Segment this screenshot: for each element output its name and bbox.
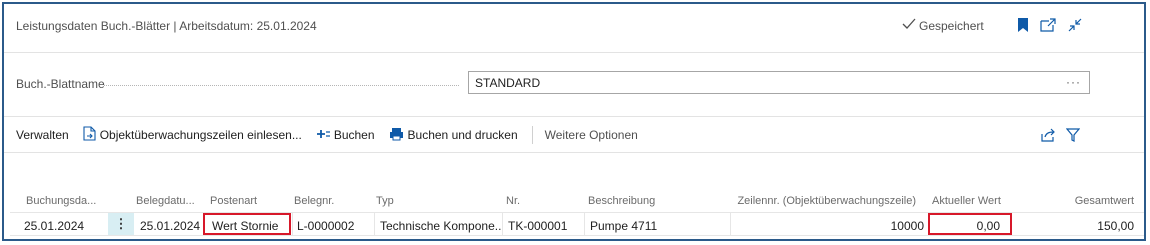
total-value-cell[interactable]: 150,00 xyxy=(1097,219,1134,233)
line-no-cell[interactable]: 10000 xyxy=(891,219,924,233)
saved-status: Gespeichert xyxy=(902,18,984,33)
divider xyxy=(4,152,1144,153)
column-header[interactable]: Aktueller Wert xyxy=(932,195,1001,207)
post-print-button[interactable]: Buchen und drucken xyxy=(389,127,518,144)
toolbar-separator xyxy=(531,126,533,144)
lookup-button[interactable]: ··· xyxy=(1066,75,1081,89)
column-header[interactable]: Beschreibung xyxy=(588,195,655,207)
cell-divider xyxy=(502,213,503,235)
printer-icon xyxy=(389,127,404,144)
more-options-label: Weitere Optionen xyxy=(544,128,638,142)
no-cell[interactable]: TK-000001 xyxy=(508,219,567,233)
type-cell[interactable]: Technische Kompone... xyxy=(380,219,502,233)
post-label: Buchen xyxy=(333,128,375,142)
collapse-icon[interactable] xyxy=(1066,16,1084,34)
open-new-window-icon[interactable] xyxy=(1039,16,1057,34)
highlight-box xyxy=(928,213,1012,235)
page-title: Leistungsdaten Buch.-Blätter | Arbeitsda… xyxy=(16,19,317,33)
fetch-lines-button[interactable]: Objektüberwachungszeilen einlesen... xyxy=(83,126,302,144)
column-header[interactable]: Belegdatu... xyxy=(136,195,195,207)
checkmark-icon xyxy=(902,18,916,33)
page-header: Leistungsdaten Buch.-Blätter | Arbeitsda… xyxy=(4,4,1144,52)
highlight-box xyxy=(203,213,291,235)
batch-name-value: STANDARD xyxy=(475,76,541,90)
action-bar: Verwalten Objektüberwachungszeilen einle… xyxy=(4,120,1144,150)
divider xyxy=(4,52,1144,53)
cell-divider xyxy=(584,213,585,235)
document-import-icon xyxy=(83,126,96,144)
field-leader-dots xyxy=(104,85,459,86)
vertical-ellipsis-icon: ⋮ xyxy=(114,216,128,231)
fetch-lines-label: Objektüberwachungszeilen einlesen... xyxy=(99,128,302,142)
doc-no-cell[interactable]: L-0000002 xyxy=(297,219,354,233)
filter-icon[interactable] xyxy=(1064,126,1082,144)
cell-divider xyxy=(374,213,375,235)
journal-page: Leistungsdaten Buch.-Blätter | Arbeitsda… xyxy=(2,2,1146,241)
batch-name-input[interactable]: STANDARD ··· xyxy=(468,71,1090,94)
column-header[interactable]: Belegnr. xyxy=(294,195,334,207)
column-header[interactable]: Nr. xyxy=(506,195,520,207)
column-header[interactable]: Zeilennr. (Objektüberwachungszeile) xyxy=(737,195,916,207)
column-header[interactable]: Buchungsda... xyxy=(26,195,96,207)
table-row[interactable]: 25.01.2024 ⋮ 25.01.2024 Wert Stornie L-0… xyxy=(10,212,1144,236)
row-actions-button[interactable]: ⋮ xyxy=(108,213,134,235)
bookmark-icon[interactable] xyxy=(1014,16,1032,34)
cell-divider xyxy=(292,213,293,235)
column-header[interactable]: Postenart xyxy=(210,195,257,207)
description-cell[interactable]: Pumpe 4711 xyxy=(590,219,657,233)
column-header[interactable]: Typ xyxy=(376,195,394,207)
manage-menu[interactable]: Verwalten xyxy=(16,128,69,142)
more-options-button[interactable]: Weitere Optionen xyxy=(545,128,638,142)
manage-label: Verwalten xyxy=(16,128,69,142)
cell-divider xyxy=(730,213,731,235)
doc-date-cell[interactable]: 25.01.2024 xyxy=(140,219,200,233)
post-button[interactable]: Buchen xyxy=(316,128,375,143)
column-header[interactable]: Gesamtwert xyxy=(1075,195,1134,207)
posting-date-cell[interactable]: 25.01.2024 xyxy=(24,219,84,233)
post-icon xyxy=(316,128,330,143)
saved-status-label: Gespeichert xyxy=(919,18,984,33)
post-print-label: Buchen und drucken xyxy=(407,128,518,142)
batch-name-label: Buch.-Blattname xyxy=(16,77,105,91)
share-icon[interactable] xyxy=(1039,126,1057,144)
divider xyxy=(4,116,1144,117)
table-header: Buchungsda... Belegdatu... Postenart Bel… xyxy=(4,190,1144,212)
